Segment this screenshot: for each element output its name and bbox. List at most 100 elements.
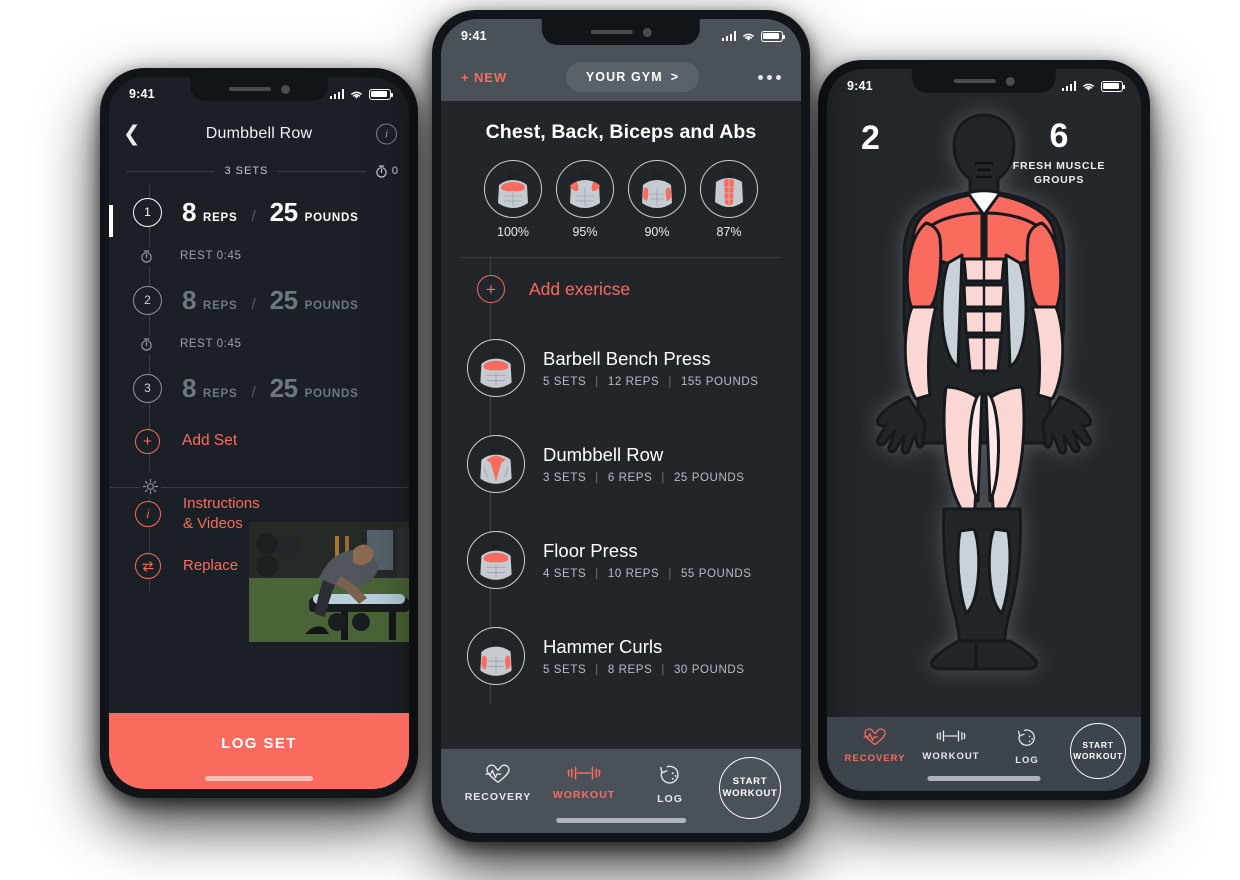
abs-muscle-icon xyxy=(700,160,758,218)
earpiece-speaker xyxy=(590,30,633,34)
rest-timer-value: 0 xyxy=(391,165,399,177)
rest-row-2[interactable]: REST 0:45 xyxy=(109,327,409,361)
muscle-summary-item-biceps[interactable]: 90% xyxy=(628,160,686,239)
stat-separator: | xyxy=(668,568,672,580)
exercise-row-dumbbell-row[interactable]: Dumbbell Row 3 SETS | 6 REPS | 25 POUNDS xyxy=(441,416,801,512)
set-weight-value[interactable]: 25 xyxy=(270,373,298,404)
rest-row-1[interactable]: REST 0:45 xyxy=(109,239,409,273)
workout-title: Chest, Back, Biceps and Abs xyxy=(485,121,757,143)
divider-left xyxy=(127,170,216,172)
muscle-summary-item-shoulders[interactable]: 95% xyxy=(556,160,614,239)
muscle-summary-item-chest[interactable]: 100% xyxy=(484,160,542,239)
gym-selector-button[interactable]: YOUR GYM > xyxy=(565,62,700,92)
tab-log[interactable]: LOG xyxy=(627,763,713,805)
dumbbell-icon xyxy=(567,766,601,780)
exercise-name: Floor Press xyxy=(543,540,638,561)
status-time: 9:41 xyxy=(847,79,873,93)
set-reps-value[interactable]: 8 xyxy=(182,373,196,404)
exercise-reps: 12 REPS xyxy=(607,376,660,388)
stat-separator: | xyxy=(668,376,672,388)
rest-timer-toggle[interactable]: 0 xyxy=(375,164,399,178)
exercise-row-hammer-curls[interactable]: Hammer Curls 5 SETS | 8 REPS | 30 POUNDS xyxy=(441,608,801,704)
ellipsis-icon[interactable] xyxy=(757,74,781,80)
start-workout-line1: START xyxy=(732,775,768,787)
biceps-muscle-icon xyxy=(628,160,686,218)
set-row-1[interactable]: 1 8 REPS / 25 POUNDS xyxy=(109,185,409,239)
exercise-stats: 5 SETS | 8 REPS | 30 POUNDS xyxy=(543,664,745,676)
exercise-row-barbell-bench-press[interactable]: Barbell Bench Press 5 SETS | 12 REPS | 1… xyxy=(441,320,801,416)
sets-count-label: 3 SETS xyxy=(224,165,269,177)
battery-icon xyxy=(1101,80,1126,92)
info-icon[interactable]: i xyxy=(376,123,397,145)
set-weight-value[interactable]: 25 xyxy=(270,197,298,228)
stat-separator: | xyxy=(595,664,599,676)
chest-muscle-icon xyxy=(467,531,525,589)
tab-log[interactable]: LOG xyxy=(989,727,1065,766)
value-separator: / xyxy=(251,383,256,401)
set-reps-value[interactable]: 8 xyxy=(182,197,196,228)
exercise-reps: 8 REPS xyxy=(607,664,653,676)
shoulders-muscle-icon xyxy=(556,160,614,218)
battery-icon xyxy=(369,88,394,100)
set-number-badge: 1 xyxy=(133,197,162,227)
set-number-badge: 2 xyxy=(133,285,162,315)
start-workout-button[interactable]: START WORKOUT xyxy=(1070,723,1126,779)
muscle-summary-row: 100% 95% 90% 87% xyxy=(441,144,801,243)
set-weight-label: POUNDS xyxy=(304,211,359,224)
set-reps-value[interactable]: 8 xyxy=(182,285,196,316)
stat-separator: | xyxy=(661,472,665,484)
exercise-options: i Instructions & Videos Replace xyxy=(109,488,409,642)
tab-label: RECOVERY xyxy=(464,791,532,803)
home-indicator[interactable] xyxy=(927,776,1041,781)
start-workout-line1: START xyxy=(1082,739,1114,750)
rest-label: REST 0:45 xyxy=(180,338,242,350)
instructions-and-videos-button[interactable]: i Instructions & Videos xyxy=(109,488,409,540)
stopwatch-icon xyxy=(376,165,387,178)
add-exercise-button[interactable]: + Add exericse xyxy=(441,258,801,320)
exercise-stats: 5 SETS | 12 REPS | 155 POUNDS xyxy=(543,376,759,388)
home-indicator[interactable] xyxy=(205,776,313,781)
wifi-icon xyxy=(351,91,362,99)
exercise-reps: 6 REPS xyxy=(607,472,653,484)
set-number-badge: 3 xyxy=(133,373,162,403)
tab-recovery[interactable]: RECOVERY xyxy=(837,727,913,764)
start-workout-button[interactable]: START WORKOUT xyxy=(719,757,781,819)
exercise-sets: 5 SETS xyxy=(543,376,587,388)
chest-muscle-icon xyxy=(484,160,542,218)
status-time: 9:41 xyxy=(461,29,487,43)
biceps-muscle-icon xyxy=(467,627,525,685)
home-indicator[interactable] xyxy=(556,818,686,823)
add-set-button[interactable]: + Add Set xyxy=(109,415,409,467)
set-weight-value[interactable]: 25 xyxy=(270,285,298,316)
full-body-muscle-map[interactable] xyxy=(834,107,1134,677)
new-workout-button[interactable]: + NEW xyxy=(461,70,507,85)
set-row-3[interactable]: 3 8 REPS / 25 POUNDS xyxy=(109,361,409,415)
plus-circle-icon: + xyxy=(135,428,160,454)
start-workout-line2: WORKOUT xyxy=(1073,751,1123,761)
muscle-percent: 100% xyxy=(497,225,529,239)
chevron-left-icon[interactable]: ❮ xyxy=(123,124,141,145)
plus-circle-icon: + xyxy=(477,275,505,303)
rest-label: REST 0:45 xyxy=(180,250,242,262)
exercise-sets: 4 SETS xyxy=(543,568,587,580)
exercise-header: ❮ Dumbbell Row i xyxy=(109,111,409,157)
info-circle-icon: i xyxy=(135,501,161,527)
tab-recovery[interactable]: RECOVERY xyxy=(455,763,541,803)
top-navbar: + NEW YOUR GYM > xyxy=(441,53,801,101)
start-workout-line2: WORKOUT xyxy=(722,788,778,799)
active-set-indicator xyxy=(109,205,113,237)
front-camera xyxy=(642,27,652,37)
muscle-summary-item-abs[interactable]: 87% xyxy=(700,160,758,239)
set-reps-label: REPS xyxy=(202,387,238,400)
earpiece-speaker xyxy=(953,79,996,83)
tab-workout[interactable]: WORKOUT xyxy=(541,763,627,801)
exercise-row-floor-press[interactable]: Floor Press 4 SETS | 10 REPS | 55 POUNDS xyxy=(441,512,801,608)
exercise-name: Hammer Curls xyxy=(543,636,663,657)
muscle-percent: 87% xyxy=(716,225,742,239)
status-time: 9:41 xyxy=(129,87,155,101)
replace-exercise-button[interactable]: Replace xyxy=(109,540,409,592)
set-row-2[interactable]: 2 8 REPS / 25 POUNDS xyxy=(109,273,409,327)
tab-workout[interactable]: WORKOUT xyxy=(913,727,989,762)
exercise-stats: 4 SETS | 10 REPS | 55 POUNDS xyxy=(543,568,752,580)
start-workout-button-wrap: START WORKOUT xyxy=(1065,723,1131,779)
